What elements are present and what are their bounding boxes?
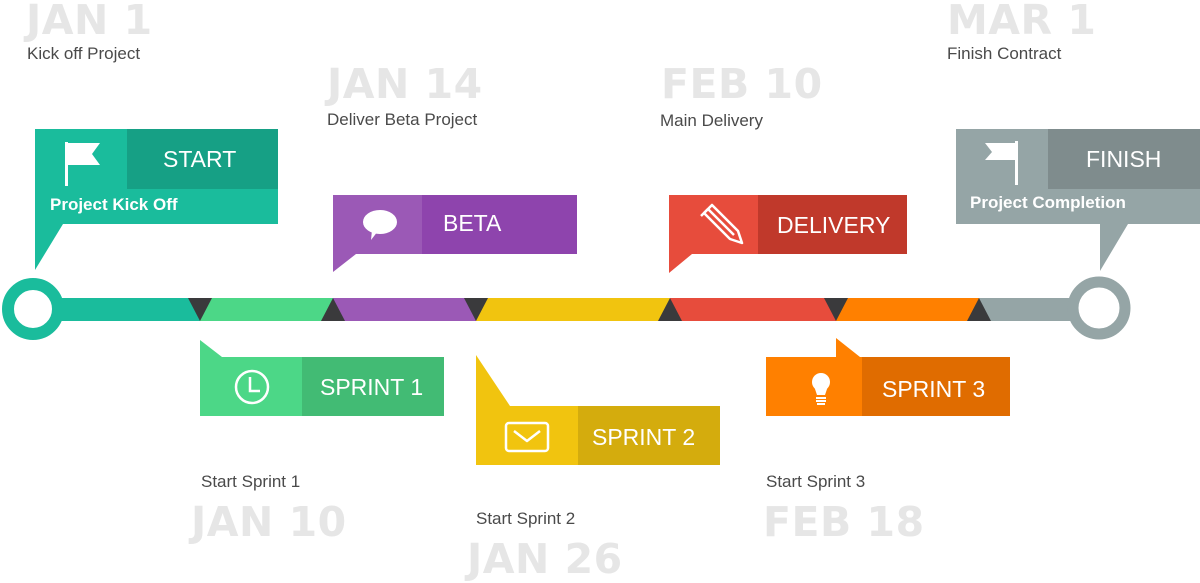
- caption-beta: Deliver Beta Project: [327, 110, 478, 129]
- finish-node: [1067, 276, 1131, 340]
- finish-subtitle: Project Completion: [970, 193, 1126, 212]
- start-title: START: [163, 146, 237, 172]
- date-sprint2: JAN 26: [467, 535, 623, 583]
- date-sprint3: FEB 18: [763, 498, 925, 546]
- beta-title: BETA: [443, 210, 502, 236]
- caption-finish: Finish Contract: [947, 44, 1062, 63]
- caption-start: Kick off Project: [27, 44, 141, 63]
- date-finish: MAR 1: [947, 0, 1097, 44]
- segment-finish: [979, 298, 1079, 321]
- sprint2-title: SPRINT 2: [592, 424, 696, 450]
- start-node: [2, 278, 64, 340]
- caption-sprint2: Start Sprint 2: [476, 509, 576, 528]
- date-beta: JAN 14: [327, 60, 483, 108]
- delivery-title: DELIVERY: [777, 212, 891, 238]
- segment-start: [40, 298, 200, 321]
- sprint1-title: SPRINT 1: [320, 374, 424, 400]
- segment-delivery: [670, 298, 836, 321]
- start-subtitle: Project Kick Off: [50, 195, 178, 214]
- caption-sprint3: Start Sprint 3: [766, 472, 866, 491]
- segment-sprint1: [200, 298, 333, 321]
- timeline-diagram: [2, 129, 1200, 465]
- caption-sprint1: Start Sprint 1: [201, 472, 301, 491]
- date-sprint1: JAN 10: [191, 498, 347, 546]
- date-start: JAN 1: [26, 0, 153, 44]
- sprint3-title: SPRINT 3: [882, 376, 986, 402]
- date-delivery: FEB 10: [661, 60, 823, 108]
- segment-sprint3: [836, 298, 979, 321]
- segment-sprint2: [476, 298, 670, 321]
- caption-delivery: Main Delivery: [660, 111, 763, 130]
- segment-beta: [333, 298, 476, 321]
- timeline-bar: [40, 298, 1079, 321]
- finish-title: FINISH: [1086, 146, 1162, 172]
